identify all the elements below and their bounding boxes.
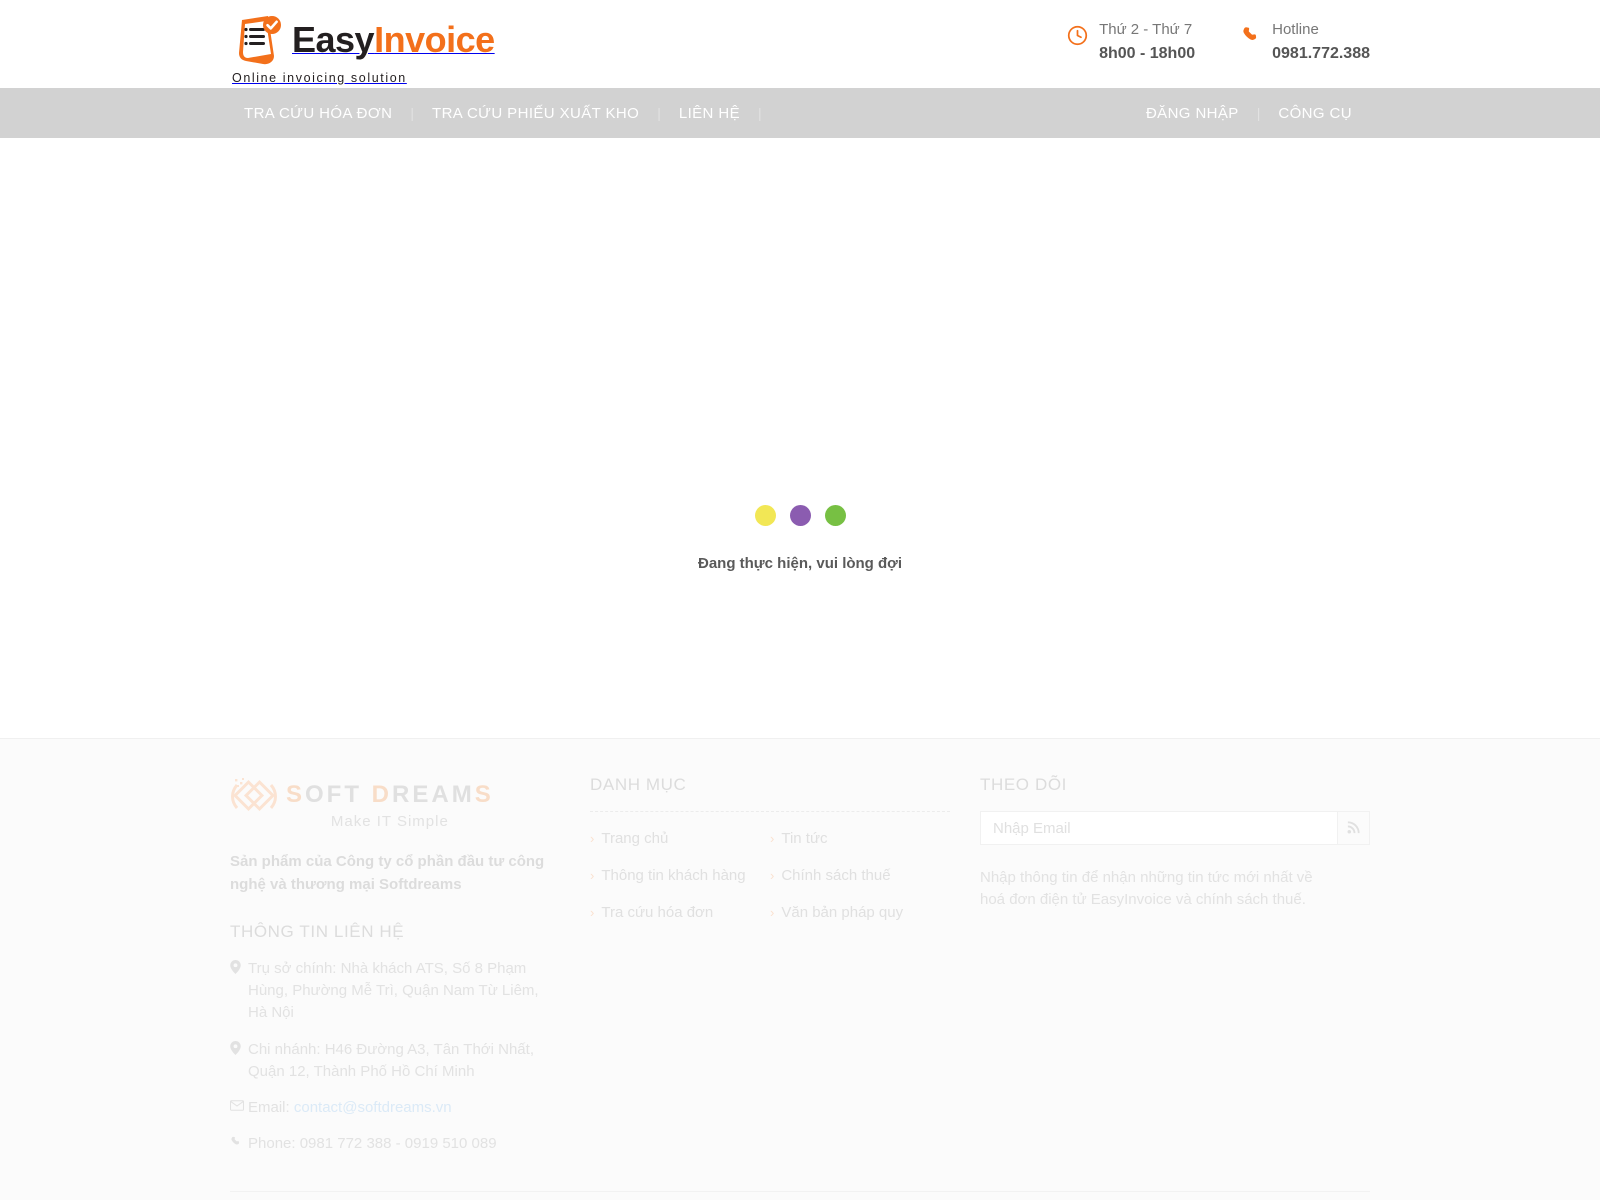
softdreams-wordmark: SOFT DREAMS xyxy=(286,781,494,808)
loading-dot-purple xyxy=(789,505,811,526)
contact-phone-text: Phone: 0981 772 388 - 0919 510 089 xyxy=(248,1135,497,1153)
menu-column-2: › Tin tức › Chính sách thuế › Văn bản pháp … xyxy=(770,830,950,941)
follow-description: Nhập thông tin để nhận những tin tức mới… xyxy=(980,869,1313,908)
nav-separator: | xyxy=(758,105,762,121)
site-footer: SOFT DREAMS Make IT Simple Sản phẩm của … xyxy=(0,738,1600,1200)
softdreams-diamond-logo-icon xyxy=(230,775,282,828)
map-marker-icon xyxy=(230,960,241,977)
logo-word-invoice: Invoice xyxy=(374,19,495,60)
footer-link-label: Chính sách thuế xyxy=(781,867,891,884)
footer-link-label: Tra cứu hóa đơn xyxy=(601,904,714,921)
site-logo[interactable]: EasyInvoice Online invoicing solution xyxy=(230,12,495,85)
header-contact-info: Thứ 2 - Thứ 7 8h00 - 18h00 Hotline 0981.… xyxy=(1067,20,1370,65)
menu-heading: DANH MỤC xyxy=(590,775,687,794)
footer-link-label: Tin tức xyxy=(781,830,828,847)
subscribe-submit-button[interactable] xyxy=(1337,811,1370,845)
softdreams-logo: SOFT DREAMS Make IT Simple xyxy=(230,775,550,830)
address-branch-text: Chi nhánh: H46 Đường A3, Tân Thới Nhất, … xyxy=(248,1040,534,1080)
menu-divider xyxy=(590,811,950,812)
contact-email: Email: contact@softdreams.vn xyxy=(230,1097,550,1119)
loading-indicator: Đang thực hiện, vui lòng đợi xyxy=(0,505,1600,572)
follow-heading: THEO DÕI xyxy=(980,775,1067,794)
address-branch: Chi nhánh: H46 Đường A3, Tân Thới Nhất, … xyxy=(230,1039,550,1083)
chevron-right-icon: › xyxy=(590,831,595,846)
chevron-right-icon: › xyxy=(590,868,595,883)
main-content: Đang thực hiện, vui lòng đợi xyxy=(0,138,1600,738)
main-navigation: TRA CỨU HÓA ĐƠN | TRA CỨU PHIẾU XUẤT KHO… xyxy=(0,88,1600,138)
logo-tagline: Online invoicing solution xyxy=(232,71,407,85)
footer-link-label: Thông tin khách hàng xyxy=(601,867,746,884)
footer-column-follow: THEO DÕI Nhập Email Nhập thông tin để nh… xyxy=(980,775,1370,1169)
envelope-icon xyxy=(230,1099,245,1114)
map-marker-icon xyxy=(230,1040,241,1058)
footer-column-menu: DANH MỤC › Trang chủ › Thông tin khách hàn… xyxy=(590,775,980,1169)
chevron-right-icon: › xyxy=(770,831,775,846)
working-hours-value: 8h00 - 18h00 xyxy=(1099,45,1196,63)
footer-link-chinh-sach-thue[interactable]: › Chính sách thuế xyxy=(770,867,950,884)
nav-item-tra-cuu-phieu-xuat-kho[interactable]: TRA CỨU PHIẾU XUẤT KHO xyxy=(414,105,657,122)
loading-text: Đang thực hiện, vui lòng đợi xyxy=(697,555,903,572)
chevron-right-icon: › xyxy=(770,905,775,920)
clock-icon xyxy=(1067,25,1088,46)
footer-link-label: Văn bản pháp quy xyxy=(781,904,904,921)
contact-phone: Phone: 0981 772 388 - 0919 510 089 xyxy=(230,1133,550,1155)
nav-item-cong-cu[interactable]: CÔNG CỤ xyxy=(1260,105,1370,122)
chevron-right-icon: › xyxy=(590,905,595,920)
about-description: Sản phẩm của Công ty cổ phần đầu tư công… xyxy=(230,853,545,893)
nav-left-group: TRA CỨU HÓA ĐƠN | TRA CỨU PHIẾU XUẤT KHO… xyxy=(230,105,762,122)
contact-heading: THÔNG TIN LIÊN HỆ xyxy=(230,922,405,941)
nav-right-group: ĐĂNG NHẬP | CÔNG CỤ xyxy=(1128,105,1370,122)
subscribe-email-input[interactable] xyxy=(980,811,1337,845)
address-main: Trụ sở chính: Nhà khách ATS, Số 8 Phạm H… xyxy=(230,958,550,1025)
subscribe-form xyxy=(980,811,1370,845)
softdreams-tagline: Make IT Simple xyxy=(330,813,449,830)
footer-link-trang-chu[interactable]: › Trang chủ xyxy=(590,830,770,847)
loading-dot-yellow xyxy=(754,505,787,526)
rss-feed-icon xyxy=(1347,820,1361,837)
nav-item-lien-he[interactable]: LIÊN HỆ xyxy=(661,105,758,122)
footer-link-van-ban-phap-quy[interactable]: › Văn bản pháp quy xyxy=(770,904,950,921)
footer-link-thong-tin-khach-hang[interactable]: › Thông tin khách hàng xyxy=(590,867,770,884)
footer-link-tra-cuu-hoa-don[interactable]: › Tra cứu hóa đơn xyxy=(590,904,770,921)
address-main-text: Trụ sở chính: Nhà khách ATS, Số 8 Phạm H… xyxy=(248,960,539,1022)
contact-email-link[interactable]: contact@softdreams.vn xyxy=(294,1099,452,1116)
chevron-right-icon: › xyxy=(770,868,775,883)
footer-column-about: SOFT DREAMS Make IT Simple Sản phẩm của … xyxy=(230,775,590,1169)
loading-dot-green xyxy=(824,505,846,526)
header-working-hours: Thứ 2 - Thứ 7 8h00 - 18h00 xyxy=(1067,20,1195,65)
loading-dot-accent xyxy=(765,505,787,526)
footer-link-label: Trang chủ xyxy=(601,830,669,847)
hotline-value: 0981.772.388 xyxy=(1272,45,1370,63)
phone-icon xyxy=(230,1135,242,1151)
loading-dots xyxy=(754,505,846,526)
footer-bottom-bar: Copyright © 2017 SoftDreams. All rights … xyxy=(230,1191,1370,1200)
logo-word-easy: Easy xyxy=(292,19,375,60)
site-header: EasyInvoice Online invoicing solution Th… xyxy=(0,0,1600,88)
hotline-label: Hotline xyxy=(1272,21,1319,38)
header-hotline: Hotline 0981.772.388 xyxy=(1241,20,1370,65)
nav-item-dang-nhap[interactable]: ĐĂNG NHẬP xyxy=(1128,105,1257,122)
invoice-document-icon xyxy=(230,12,286,68)
phone-icon xyxy=(1241,25,1261,45)
contact-email-label: Email: xyxy=(248,1098,290,1116)
page-root: EasyInvoice Online invoicing solution Th… xyxy=(0,0,1600,1200)
footer-link-tin-tuc[interactable]: › Tin tức xyxy=(770,830,950,847)
menu-column-1: › Trang chủ › Thông tin khách hàng › Tra cứ… xyxy=(590,830,770,941)
working-hours-label: Thứ 2 - Thứ 7 xyxy=(1099,21,1193,38)
nav-item-tra-cuu-hoa-don[interactable]: TRA CỨU HÓA ĐƠN xyxy=(230,105,410,122)
